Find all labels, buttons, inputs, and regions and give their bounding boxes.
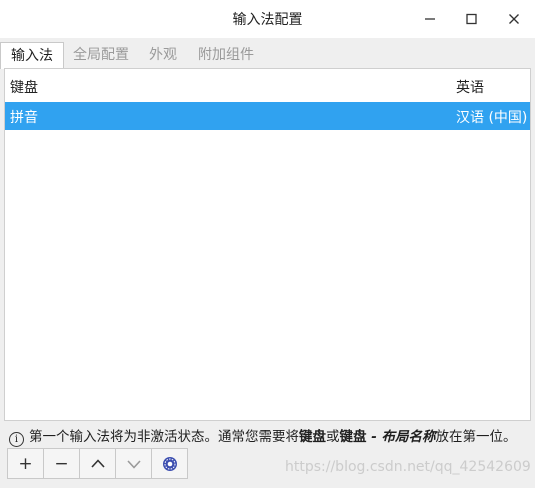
window-title: 输入法配置 bbox=[232, 12, 303, 28]
list-item-language: 汉语 (中国) bbox=[456, 110, 528, 126]
list-toolbar: + − bbox=[7, 448, 188, 479]
column-header-keyboard[interactable]: 键盘 bbox=[10, 77, 38, 97]
info-text-3: 放在第一位。 bbox=[435, 429, 517, 445]
list-item-name: 拼音 bbox=[10, 110, 38, 126]
tab-addons[interactable]: 附加组件 bbox=[188, 42, 264, 68]
minimize-button[interactable] bbox=[419, 8, 441, 30]
info-message: i 第一个输入法将为非激活状态。通常您需要将键盘或键盘 - 布局名称放在第一位。 bbox=[9, 425, 529, 447]
configure-button[interactable] bbox=[152, 449, 187, 478]
tab-bar: 输入法 全局配置 外观 附加组件 bbox=[0, 42, 535, 69]
window-content: 输入法 全局配置 外观 附加组件 键盘 英语 拼音 汉语 (中国) i 第一个输入… bbox=[0, 38, 535, 488]
info-icon: i bbox=[9, 432, 24, 447]
remove-button[interactable]: − bbox=[44, 449, 80, 478]
move-up-button[interactable] bbox=[80, 449, 116, 478]
info-italic: - 布局名称 bbox=[366, 429, 436, 445]
tab-appearance[interactable]: 外观 bbox=[139, 42, 187, 68]
maximize-button[interactable] bbox=[460, 8, 482, 30]
maximize-icon bbox=[466, 13, 477, 25]
chevron-up-icon bbox=[90, 458, 105, 468]
info-text-1: 第一个输入法将为非激活状态。通常您需要将 bbox=[29, 429, 299, 445]
info-bold-2: 键盘 bbox=[339, 429, 367, 445]
column-header-language[interactable]: 英语 bbox=[456, 77, 484, 97]
list-header: 键盘 英语 bbox=[5, 69, 530, 101]
close-button[interactable] bbox=[503, 8, 525, 30]
minimize-icon bbox=[425, 18, 435, 20]
info-bold-1: 键盘 bbox=[299, 429, 326, 445]
add-button[interactable]: + bbox=[8, 449, 44, 478]
watermark: https://blog.csdn.net/qq_42542609 bbox=[285, 459, 531, 475]
list-item[interactable]: 拼音 汉语 (中国) bbox=[5, 102, 530, 130]
input-method-list: 键盘 英语 拼音 汉语 (中国) bbox=[4, 68, 531, 421]
move-down-button[interactable] bbox=[116, 449, 152, 478]
info-text-2: 或 bbox=[326, 429, 340, 445]
close-icon bbox=[509, 14, 519, 24]
tab-input-method[interactable]: 输入法 bbox=[0, 42, 64, 69]
tab-global-config[interactable]: 全局配置 bbox=[63, 42, 139, 68]
chevron-down-icon bbox=[126, 459, 141, 469]
title-bar: 输入法配置 bbox=[0, 0, 535, 38]
configure-icon bbox=[162, 456, 177, 471]
